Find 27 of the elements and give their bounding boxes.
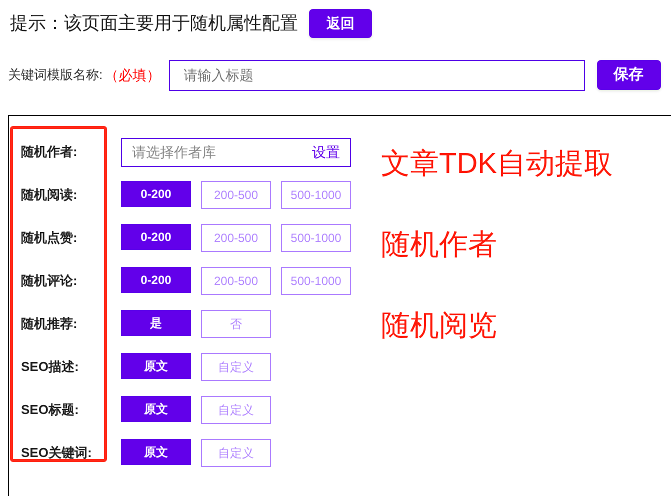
option-button[interactable]: 原文 bbox=[121, 352, 191, 378]
setting-label: SEO描述: bbox=[21, 358, 80, 376]
setting-label: SEO标题: bbox=[21, 400, 80, 419]
setting-label: 随机作者: bbox=[21, 143, 78, 162]
annotation-text: 随机作者 bbox=[381, 228, 498, 263]
option-button[interactable]: 原文 bbox=[121, 396, 191, 422]
option-button[interactable]: 是 bbox=[121, 310, 191, 336]
page-tip: 提示：该页面主要用于随机属性配置 bbox=[10, 12, 298, 36]
setting-label: 随机评论: bbox=[21, 272, 78, 290]
setting-label: 随机阅读: bbox=[21, 186, 78, 204]
settings-link[interactable]: 设置 bbox=[312, 142, 340, 162]
save-button[interactable]: 保存 bbox=[596, 60, 661, 90]
setting-label: 随机点赞: bbox=[21, 228, 78, 247]
author-picker[interactable]: 请选择作者库 设置 bbox=[121, 138, 351, 166]
option-button[interactable]: 原文 bbox=[121, 438, 191, 464]
picker-placeholder: 请选择作者库 bbox=[132, 142, 216, 162]
option-button[interactable]: 0-200 bbox=[121, 224, 191, 250]
field-label: 关键词模版名称: bbox=[8, 66, 103, 84]
annotation-text: 随机阅览 bbox=[381, 309, 498, 344]
required-note: （必填） bbox=[104, 66, 161, 84]
annotation-text: 文章TDK自动提取 bbox=[381, 147, 613, 182]
option-button[interactable]: 0-200 bbox=[121, 180, 191, 206]
back-button[interactable]: 返回 bbox=[309, 8, 372, 38]
setting-label: 随机推荐: bbox=[21, 314, 78, 333]
title-input[interactable]: 请输入标题 bbox=[168, 60, 585, 90]
setting-label: SEO关键词: bbox=[21, 444, 93, 462]
option-button[interactable]: 0-200 bbox=[121, 266, 191, 292]
